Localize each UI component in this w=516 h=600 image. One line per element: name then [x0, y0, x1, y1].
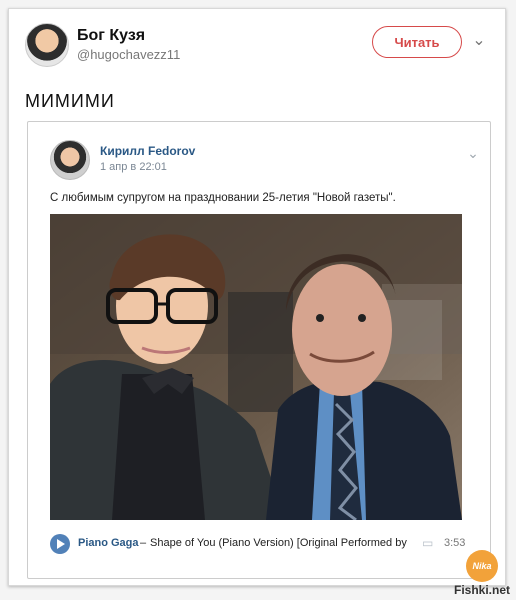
quoted-post: Кирилл Fedorov 1 апр в 22:01 ⌄ С любимым… [27, 121, 491, 579]
audio-duration: 3:53 [444, 537, 466, 549]
post-photo[interactable] [50, 214, 462, 520]
watermark-site: Fishki.net [454, 583, 511, 597]
quoted-post-text: С любимым супругом на праздновании 25-ле… [50, 192, 396, 204]
quoted-author-avatar[interactable] [50, 140, 90, 180]
play-icon[interactable] [50, 534, 70, 554]
follow-button[interactable]: Читать [372, 26, 462, 58]
audio-title[interactable]: Shape of You (Piano Version) [Original P… [150, 537, 410, 549]
photo-illustration [50, 214, 462, 520]
chevron-down-icon[interactable]: ⌄ [466, 146, 480, 160]
audio-lyrics-icon[interactable]: ▭ [422, 536, 440, 550]
quoted-post-date[interactable]: 1 апр в 22:01 [100, 161, 167, 173]
audio-separator: – [140, 537, 147, 549]
author-avatar[interactable] [25, 23, 69, 67]
audio-artist[interactable]: Piano Gaga [78, 537, 139, 549]
tweet-card: Бог Кузя @hugochavezz11 Читать ⌄ МИМИМИ … [8, 8, 506, 586]
tweet-text: МИМИМИ [25, 91, 115, 111]
quoted-author-name[interactable]: Кирилл Fedorov [100, 144, 195, 158]
watermark-badge: Nika [466, 550, 498, 582]
author-handle[interactable]: @hugochavezz11 [77, 47, 180, 62]
chevron-down-icon[interactable]: ⌄ [471, 33, 487, 49]
audio-attachment: Piano Gaga – Shape of You (Piano Version… [50, 532, 470, 556]
author-name[interactable]: Бог Кузя [77, 27, 145, 45]
